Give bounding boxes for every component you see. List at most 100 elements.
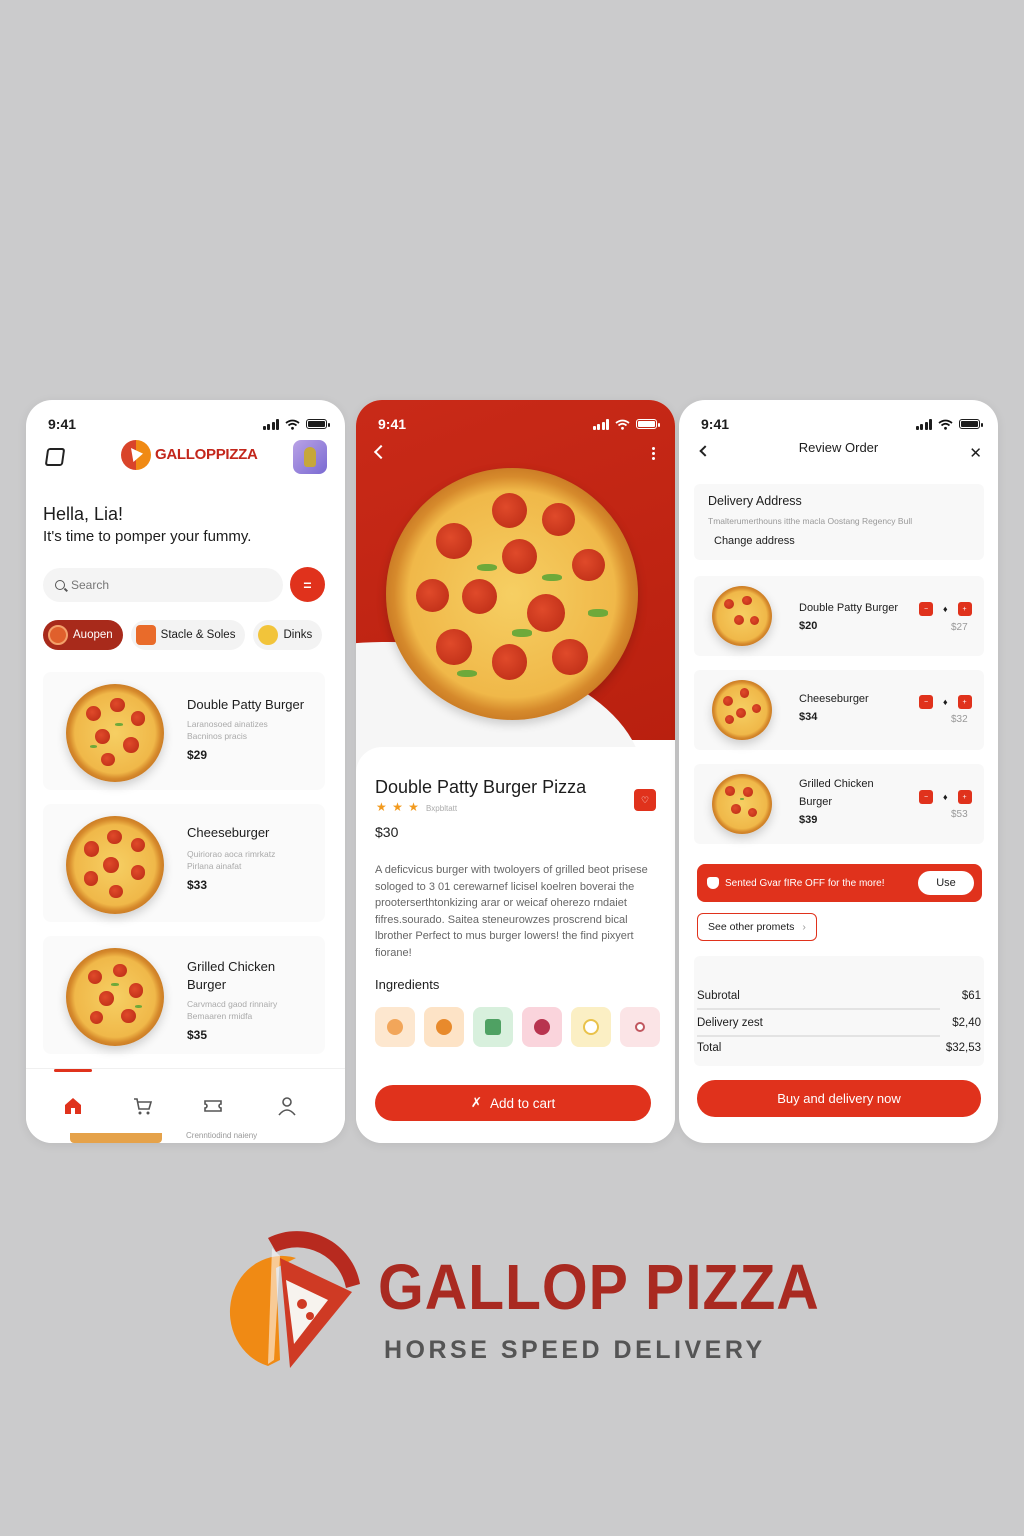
- product-desc: Laranosoed ainatizes Bacninos pracis: [187, 719, 268, 741]
- chip-label: Auopen: [73, 629, 113, 641]
- ingredients-title: Ingredients: [375, 977, 440, 992]
- ingredient-item[interactable]: [571, 1007, 611, 1047]
- ingredient-item[interactable]: [473, 1007, 513, 1047]
- search-placeholder: Search: [71, 578, 110, 592]
- pizza-hero-image: [386, 468, 638, 720]
- pizza-image: [66, 816, 164, 914]
- chip-category[interactable]: Auopen: [43, 620, 123, 650]
- minus-button[interactable]: −: [919, 790, 933, 804]
- battery-icon: [636, 419, 660, 429]
- tab-indicator: [54, 1069, 92, 1072]
- battery-icon: [306, 419, 330, 429]
- ingredient-icon: [534, 1019, 550, 1035]
- subtotal-value: $61: [961, 990, 981, 1002]
- product-price: $35: [187, 1028, 208, 1042]
- page-title: Review Order: [798, 440, 879, 455]
- search-input[interactable]: Search: [43, 568, 283, 602]
- chip-category[interactable]: Stacle & Soles: [130, 620, 246, 650]
- close-icon[interactable]: ✕: [969, 444, 982, 462]
- ingredient-item[interactable]: [522, 1007, 562, 1047]
- address-line: Tmalterumerthouns itthe macla Oostang Re…: [708, 516, 913, 526]
- minus-button[interactable]: −: [919, 695, 933, 709]
- status-bar: 9:41: [701, 414, 983, 434]
- buy-now-button[interactable]: Buy and delivery now: [697, 1080, 981, 1117]
- product-card[interactable]: Double Patty Burger Laranosoed ainatizes…: [43, 672, 325, 790]
- product-list: Double Patty Burger Laranosoed ainatizes…: [43, 672, 325, 1068]
- status-bar: 9:41: [378, 414, 660, 434]
- ingredient-item[interactable]: [424, 1007, 464, 1047]
- divider: [697, 1008, 940, 1010]
- signal-icon: [262, 418, 279, 430]
- avatar[interactable]: [293, 440, 327, 474]
- ingredient-item[interactable]: [620, 1007, 660, 1047]
- ingredient-icon: [485, 1019, 501, 1035]
- delivery-value: $2,40: [952, 1017, 981, 1029]
- quantity-icon: ♦: [943, 697, 948, 707]
- cart-icon[interactable]: [132, 1095, 154, 1117]
- minus-button[interactable]: −: [919, 602, 933, 616]
- product-name: Cheeseburger: [187, 825, 270, 840]
- change-address-link[interactable]: Change address: [714, 535, 795, 547]
- subtotal-label: Subrotal: [697, 990, 740, 1002]
- ticket-icon[interactable]: [202, 1095, 224, 1117]
- item-name: Cheeseburger: [799, 693, 869, 705]
- battery-icon: [959, 419, 983, 429]
- more-icon[interactable]: [652, 447, 655, 460]
- filter-icon: =: [303, 576, 312, 593]
- order-items: Double Patty Burger $20 − ♦ + $27 Cheesebu…: [694, 576, 984, 858]
- ingredient-icon: [635, 1022, 645, 1032]
- plus-button[interactable]: +: [957, 790, 972, 804]
- app-logo: GALLOPPIZZA: [121, 440, 258, 470]
- ingredient-icon: [436, 1019, 452, 1035]
- product-price: $33: [187, 878, 208, 892]
- product-card[interactable]: Cheeseburger Quiriorao aoca rimrkatz Pir…: [43, 804, 325, 922]
- tagline: It's time to pomper your fummy.: [43, 528, 252, 545]
- plus-button[interactable]: +: [957, 602, 972, 616]
- rating-note: Bxpbltatt: [425, 804, 458, 813]
- menu-icon[interactable]: [44, 448, 66, 466]
- add-to-cart-label: Add to cart: [490, 1095, 556, 1111]
- order-item: Grilled Chicken Burger $39 − ♦ + $53: [694, 764, 984, 844]
- home-icon[interactable]: [62, 1095, 84, 1117]
- quantity-icon: ♦: [943, 604, 948, 614]
- filter-button[interactable]: =: [290, 567, 325, 602]
- item-name: Double Patty Burger: [799, 602, 899, 614]
- item-price: $39: [799, 814, 818, 826]
- quantity-icon: ♦: [943, 792, 948, 802]
- divider: [697, 1035, 940, 1037]
- product-card[interactable]: Grilled Chicken Burger Carvmacd gaod rin…: [43, 936, 325, 1054]
- use-promo-button[interactable]: Use: [918, 871, 974, 895]
- star-icon: ★ ★ ★: [376, 800, 420, 814]
- ingredient-icon: [387, 1019, 403, 1035]
- product-name: Double Patty Burger: [187, 697, 305, 712]
- product-description: A deficvicus burger with twoloyers of gr…: [375, 864, 648, 959]
- status-time: 9:41: [378, 416, 407, 432]
- favorite-button[interactable]: ♡: [634, 789, 656, 811]
- item-old-price: $32: [951, 714, 968, 725]
- delivery-label: Delivery zest: [697, 1017, 763, 1029]
- utensils-icon: ✗: [470, 1095, 482, 1110]
- chip-category[interactable]: Dinks: [253, 620, 323, 650]
- plus-button[interactable]: +: [957, 695, 972, 709]
- detail-screen: 9:41 Double Patty Burger Pizza ♡ ★ ★ ★ Bx…: [356, 400, 675, 1143]
- wifi-icon: [938, 419, 953, 430]
- review-screen: 9:41 Review Order ✕ Delivery Address Tma…: [679, 400, 998, 1143]
- add-to-cart-button[interactable]: ✗ Add to cart: [375, 1085, 651, 1121]
- total-label: Total: [697, 1042, 722, 1054]
- ingredient-item[interactable]: [375, 1007, 415, 1047]
- detail-panel: Double Patty Burger Pizza ♡ ★ ★ ★ Bxpblta…: [356, 747, 675, 1143]
- profile-icon[interactable]: [276, 1095, 298, 1117]
- ingredients-list: [375, 1007, 660, 1047]
- order-item: Cheeseburger $34 − ♦ + $32: [694, 670, 984, 750]
- logo-text: GALLOPPIZZA: [155, 446, 258, 463]
- status-bar: 9:41: [48, 414, 330, 434]
- product-title: Double Patty Burger Pizza: [375, 777, 587, 797]
- drink-icon: [258, 625, 279, 645]
- wifi-icon: [615, 419, 630, 430]
- total-value: $32,53: [945, 1042, 981, 1054]
- item-old-price: $53: [951, 809, 968, 820]
- pizza-image: [66, 948, 164, 1046]
- pizza-image: [712, 680, 772, 740]
- chip-label: Stacle & Soles: [160, 629, 236, 641]
- other-promos-button[interactable]: See other promets ›: [697, 913, 817, 941]
